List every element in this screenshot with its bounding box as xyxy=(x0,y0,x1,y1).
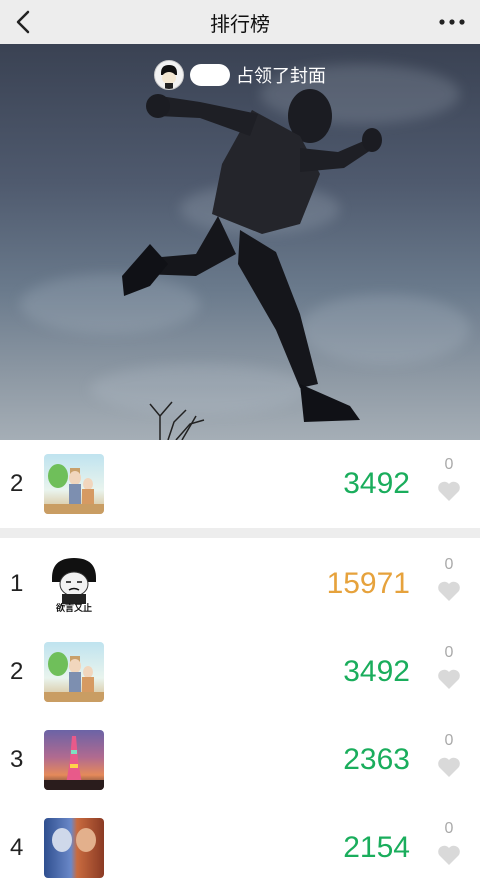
heart-icon xyxy=(438,669,460,689)
cover-image[interactable]: 占领了封面 xyxy=(0,44,480,440)
ranking-row[interactable]: 2 3492 0 xyxy=(0,628,480,716)
ranking-row[interactable]: 3 2363 0 xyxy=(0,716,480,804)
step-count: 2363 xyxy=(343,743,410,776)
step-count: 2154 xyxy=(343,831,410,864)
like-count: 0 xyxy=(444,556,454,573)
rank-number: 2 xyxy=(10,658,24,685)
like-count: 0 xyxy=(444,456,454,473)
like-button[interactable]: 0 xyxy=(434,554,464,614)
section-divider xyxy=(0,528,480,538)
nav-bar: 排行榜 xyxy=(0,0,480,44)
heart-icon xyxy=(438,757,460,777)
step-count: 3492 xyxy=(343,467,410,500)
page-title: 排行榜 xyxy=(210,13,270,36)
rank-number: 4 xyxy=(10,834,24,861)
like-count: 0 xyxy=(444,644,454,661)
cover-owner-banner: 占领了封面 xyxy=(0,58,480,92)
chevron-left-icon xyxy=(16,10,30,34)
heart-icon xyxy=(438,845,460,865)
tower-avatar[interactable] xyxy=(44,730,104,790)
couple-avatar[interactable] xyxy=(44,642,104,702)
step-count: 3492 xyxy=(343,655,410,688)
my-rank-row[interactable]: 2 3492 0 xyxy=(0,440,480,528)
cover-banner-text: 占领了封面 xyxy=(236,66,326,86)
heart-icon xyxy=(438,481,460,501)
rank-number: 2 xyxy=(10,470,24,497)
redacted-name xyxy=(190,64,230,86)
like-button[interactable]: 0 xyxy=(434,642,464,702)
back-button[interactable] xyxy=(8,6,40,38)
rank-number: 1 xyxy=(10,570,24,597)
like-button[interactable]: 0 xyxy=(434,818,464,878)
couple-avatar[interactable] xyxy=(44,454,104,514)
step-count: 15971 xyxy=(326,567,410,600)
meme-avatar[interactable]: 欲言又止 xyxy=(44,554,104,614)
like-button[interactable]: 0 xyxy=(434,730,464,790)
cover-owner-avatar[interactable] xyxy=(154,60,184,90)
ranking-row[interactable]: 1 欲言又止 15971 0 xyxy=(0,540,480,628)
game-avatar[interactable] xyxy=(44,818,104,878)
more-dots-icon xyxy=(439,19,465,25)
rank-number: 3 xyxy=(10,746,24,773)
like-button[interactable]: 0 xyxy=(434,454,464,514)
jumping-person-silhouette xyxy=(122,89,382,440)
more-button[interactable] xyxy=(434,6,470,38)
avatar-caption: 欲言又止 xyxy=(55,603,92,613)
like-count: 0 xyxy=(444,820,454,837)
ranking-row[interactable]: 4 2154 0 xyxy=(0,804,480,892)
heart-icon xyxy=(438,581,460,601)
like-count: 0 xyxy=(444,732,454,749)
